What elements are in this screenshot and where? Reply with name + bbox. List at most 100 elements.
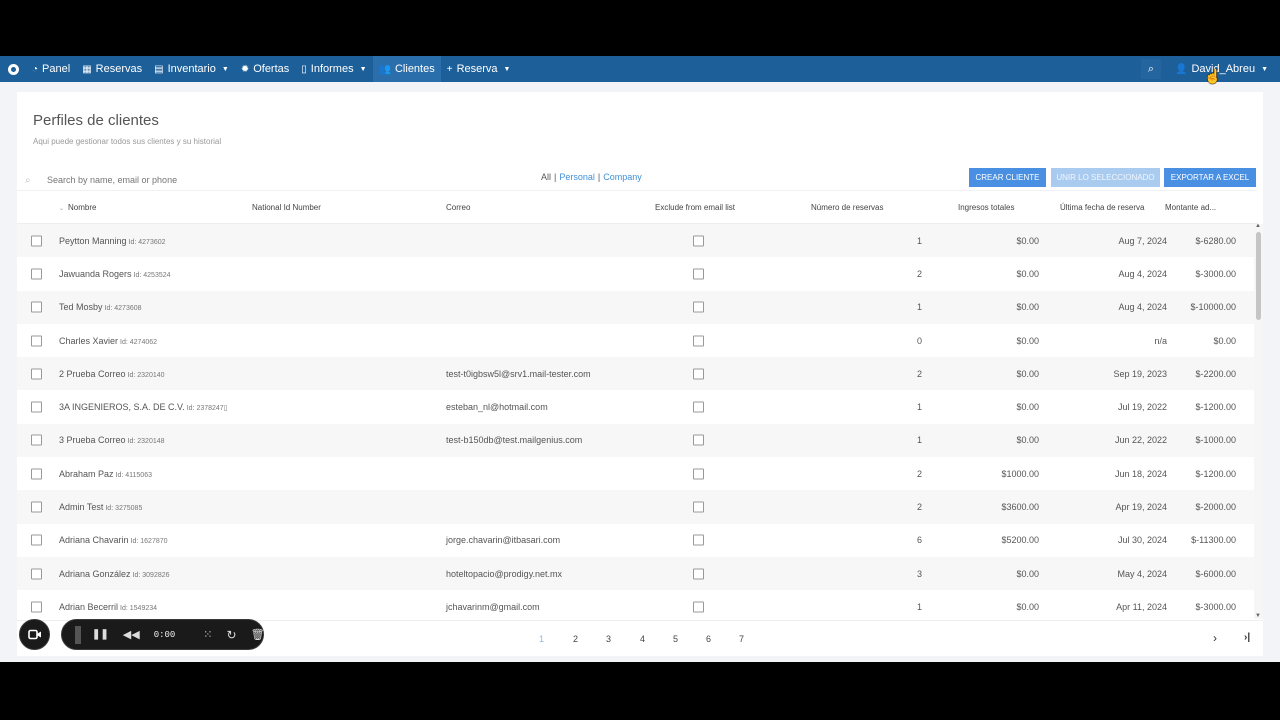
exclude-email-checkbox[interactable]	[693, 235, 704, 247]
nav-item-panel[interactable]: ◔ Panel	[26, 56, 76, 82]
filter-personal[interactable]: Personal	[559, 172, 595, 182]
client-name[interactable]: Ted Mosby Id: 4273608	[59, 302, 142, 312]
scroll-down-icon[interactable]: ▼	[1255, 613, 1261, 619]
exclude-email-checkbox[interactable]	[693, 434, 704, 446]
nav-item-reservas[interactable]: ▦ Reservas	[76, 56, 148, 82]
row-select-checkbox[interactable]	[31, 534, 42, 546]
reservation-count: 2	[916, 368, 922, 379]
page-2-button[interactable]: 2	[573, 634, 578, 644]
exclude-email-checkbox[interactable]	[693, 468, 704, 480]
exclude-email-checkbox[interactable]	[693, 268, 704, 280]
table-row[interactable]: 3A INGENIEROS, S.A. DE C.V. Id: 2378247▯ e…	[17, 390, 1255, 423]
column-header-ingresos[interactable]: Ingresos totales	[958, 203, 1014, 212]
exclude-email-checkbox[interactable]	[693, 601, 704, 613]
user-menu[interactable]: 👤 David_Abreu ▼	[1169, 56, 1280, 82]
table-row[interactable]: 3 Prueba Correo Id: 2320148 test-b150db@te…	[17, 423, 1255, 458]
restart-icon[interactable]: ↻	[227, 628, 237, 642]
client-name[interactable]: 3A INGENIEROS, S.A. DE C.V. Id: 2378247▯	[59, 402, 228, 412]
client-name[interactable]: Charles Xavier Id: 4274062	[59, 336, 157, 346]
client-name[interactable]: Peytton Manning Id: 4273602	[59, 236, 166, 246]
page-1-button[interactable]: 1	[539, 634, 544, 644]
client-name[interactable]: 3 Prueba Correo Id: 2320148	[59, 435, 165, 445]
scrollbar-thumb[interactable]	[1256, 232, 1261, 320]
table-row[interactable]: Adriana González Id: 3092826 hoteltopacio@…	[17, 556, 1255, 591]
row-select-checkbox[interactable]	[31, 335, 42, 347]
dashboard-icon: ◔	[32, 63, 39, 75]
row-select-checkbox[interactable]	[31, 401, 42, 413]
client-name[interactable]: Abraham Paz Id: 4115063	[59, 469, 152, 479]
camera-button[interactable]	[19, 619, 50, 650]
search-input[interactable]	[47, 175, 307, 185]
column-header-fecha[interactable]: Última fecha de reserva	[1060, 203, 1144, 212]
page-4-button[interactable]: 4	[640, 634, 645, 644]
column-header-correo[interactable]: Correo	[446, 203, 470, 212]
table-row[interactable]: Adrian Becerril Id: 1549234 jchavarinm@gma…	[17, 590, 1255, 619]
reservation-count: 1	[916, 302, 922, 313]
table-row[interactable]: Abraham Paz Id: 4115063 2 $1000.00 Jun 18, 2…	[17, 457, 1255, 490]
export-excel-button[interactable]: Exportar a Excel	[1164, 168, 1256, 187]
row-select-checkbox[interactable]	[31, 301, 42, 313]
row-select-checkbox[interactable]	[31, 235, 42, 247]
create-client-button[interactable]: Crear cliente	[969, 168, 1046, 187]
column-header-montante[interactable]: Montante ad...	[1165, 203, 1216, 212]
client-name[interactable]: Adriana Chavarin Id: 1627870	[59, 535, 168, 545]
search-icon[interactable]: ⌕	[1141, 59, 1162, 79]
clients-table-body: Peytton Manning Id: 4273602 1 $0.00 Aug 7, 2…	[17, 224, 1255, 619]
exclude-email-checkbox[interactable]	[693, 301, 704, 313]
page-5-button[interactable]: 5	[673, 634, 678, 644]
brand-logo-icon[interactable]	[0, 56, 26, 82]
nav-item-clientes[interactable]: 👥 Clientes	[372, 56, 441, 82]
rewind-icon[interactable]: ◀◀	[123, 628, 140, 641]
table-row[interactable]: Admin Test Id: 3275085 2 $3600.00 Apr 19, 20…	[17, 490, 1255, 524]
row-select-checkbox[interactable]	[31, 434, 42, 446]
column-header-national-id[interactable]: National Id Number	[252, 203, 321, 212]
column-header-nombre[interactable]: ⌄ Nombre	[59, 203, 96, 212]
scroll-up-icon[interactable]: ▲	[1255, 223, 1261, 229]
exclude-email-checkbox[interactable]	[693, 401, 704, 413]
last-page-button[interactable]: ›|	[1244, 632, 1250, 643]
page-6-button[interactable]: 6	[706, 634, 711, 644]
total-income: $0.00	[1016, 568, 1039, 579]
last-reservation-date: Aug 4, 2024	[1118, 302, 1167, 313]
nav-item-reserva[interactable]: + Reserva ▼	[441, 56, 517, 82]
filter-all[interactable]: All	[541, 172, 551, 182]
nav-item-ofertas[interactable]: ✹ Ofertas	[235, 56, 295, 82]
table-row[interactable]: Peytton Manning Id: 4273602 1 $0.00 Aug 7, 2…	[17, 224, 1255, 258]
reservation-count: 1	[916, 235, 922, 246]
row-select-checkbox[interactable]	[31, 568, 42, 580]
client-name[interactable]: Adriana González Id: 3092826	[59, 569, 170, 579]
trash-icon[interactable]: 🗑	[251, 628, 265, 641]
grid-dots-icon[interactable]: ⁙	[203, 628, 212, 641]
exclude-email-checkbox[interactable]	[693, 501, 704, 513]
client-name[interactable]: Jawuanda Rogers Id: 4253524	[59, 269, 171, 279]
next-page-button[interactable]: ›	[1213, 631, 1217, 645]
column-header-exclude[interactable]: Exclude from email list	[655, 203, 735, 212]
table-row[interactable]: Charles Xavier Id: 4274062 0 $0.00 n/a $0.00	[17, 324, 1255, 357]
page-3-button[interactable]: 3	[606, 634, 611, 644]
exclude-email-checkbox[interactable]	[693, 368, 704, 380]
page-7-button[interactable]: 7	[739, 634, 744, 644]
exclude-email-checkbox[interactable]	[693, 568, 704, 580]
table-row[interactable]: Ted Mosby Id: 4273608 1 $0.00 Aug 4, 2024 $-1…	[17, 290, 1255, 324]
filter-company[interactable]: Company	[603, 172, 642, 182]
nav-item-informes[interactable]: ▯ Informes ▼	[295, 56, 372, 82]
row-select-checkbox[interactable]	[31, 268, 42, 280]
outstanding-amount: $-3000.00	[1195, 601, 1236, 612]
pause-icon[interactable]: ❚❚	[92, 629, 109, 640]
row-select-checkbox[interactable]	[31, 368, 42, 380]
table-row[interactable]: Adriana Chavarin Id: 1627870 jorge.chavari…	[17, 524, 1255, 557]
column-header-reservas[interactable]: Número de reservas	[811, 203, 883, 212]
row-select-checkbox[interactable]	[31, 601, 42, 613]
client-name[interactable]: Adrian Becerril Id: 1549234	[59, 602, 157, 612]
exclude-email-checkbox[interactable]	[693, 534, 704, 546]
client-name[interactable]: 2 Prueba Correo Id: 2320140	[59, 369, 165, 379]
client-name[interactable]: Admin Test Id: 3275085	[59, 502, 142, 512]
table-row[interactable]: Jawuanda Rogers Id: 4253524 2 $0.00 Aug 4, 2…	[17, 257, 1255, 290]
exclude-email-checkbox[interactable]	[693, 335, 704, 347]
table-row[interactable]: 2 Prueba Correo Id: 2320140 test-t0igbsw5l…	[17, 357, 1255, 391]
row-select-checkbox[interactable]	[31, 501, 42, 513]
merge-selected-button[interactable]: Unir lo seleccionado	[1051, 168, 1160, 187]
table-scrollbar[interactable]: ▲ ▼	[1254, 223, 1263, 619]
row-select-checkbox[interactable]	[31, 468, 42, 480]
nav-item-inventario[interactable]: ▤ Inventario ▼	[148, 56, 235, 82]
